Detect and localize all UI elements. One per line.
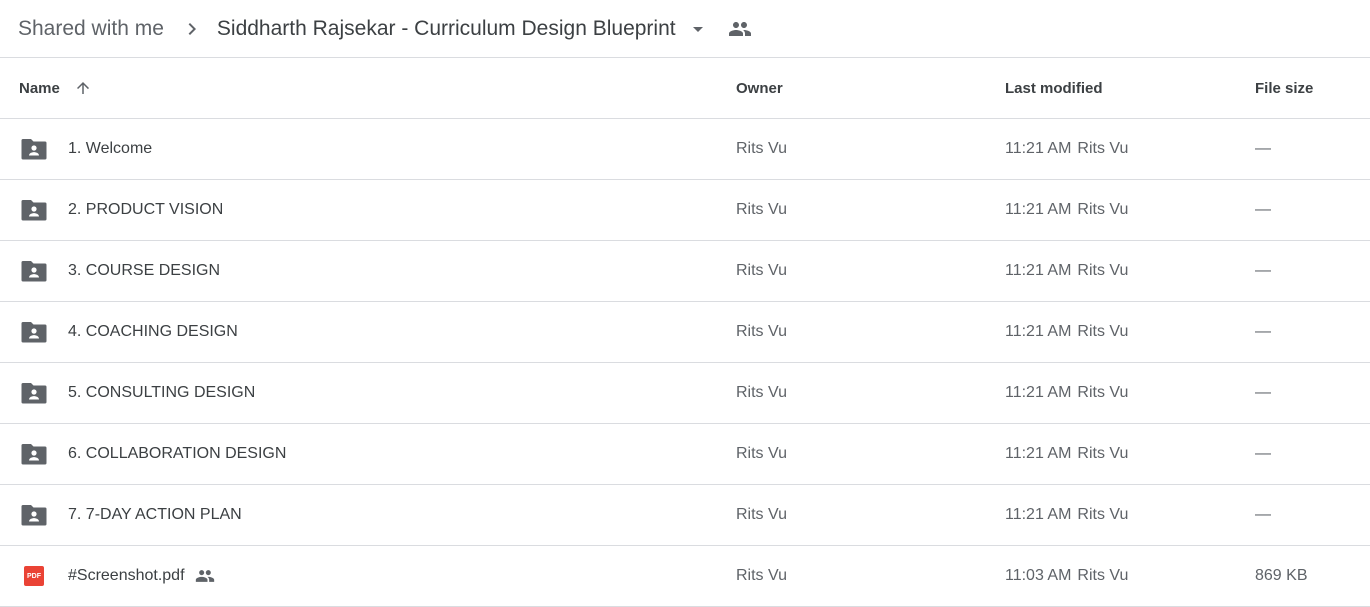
breadcrumb-shared-with-me[interactable]: Shared with me xyxy=(18,17,164,41)
people-icon xyxy=(728,17,752,41)
last-modified-cell: 11:21 AM Rits Vu xyxy=(1005,323,1128,341)
shared-folder-icon xyxy=(21,443,47,465)
file-name[interactable]: 2. PRODUCT VISION xyxy=(68,201,223,219)
file-name[interactable]: 6. COLLABORATION DESIGN xyxy=(68,445,286,463)
modified-by: Rits Vu xyxy=(1077,567,1129,584)
modified-by: Rits Vu xyxy=(1077,445,1129,462)
file-row[interactable]: 6. COLLABORATION DESIGN Rits Vu 11:21 AM Ri… xyxy=(0,424,1370,485)
owner-cell: Rits Vu xyxy=(736,262,787,279)
modified-time: 11:21 AM xyxy=(1005,445,1072,462)
file-row[interactable]: 2. PRODUCT VISION Rits Vu 11:21 AM Rits Vu — xyxy=(0,180,1370,241)
shared-folder-icon xyxy=(21,199,47,221)
file-list: 1. Welcome Rits Vu 11:21 AM Rits Vu — 2. PRO… xyxy=(0,119,1370,607)
modified-time: 11:21 AM xyxy=(1005,323,1072,340)
file-name[interactable]: 4. COACHING DESIGN xyxy=(68,323,238,341)
file-name-text: #Screenshot.pdf xyxy=(68,567,185,584)
owner-cell: Rits Vu xyxy=(736,567,787,584)
owner-cell: Rits Vu xyxy=(736,140,787,157)
column-header-owner[interactable]: Owner xyxy=(736,80,783,97)
people-icon xyxy=(195,568,215,584)
file-row[interactable]: 7. 7-DAY ACTION PLAN Rits Vu 11:21 AM Rits … xyxy=(0,485,1370,546)
owner-cell: Rits Vu xyxy=(736,445,787,462)
shared-folder-icon xyxy=(21,138,47,160)
column-header-name[interactable]: Name xyxy=(19,79,92,97)
owner-cell: Rits Vu xyxy=(736,201,787,218)
file-size-cell: — xyxy=(1255,445,1271,462)
file-name-text: 4. COACHING DESIGN xyxy=(68,323,238,340)
modified-time: 11:21 AM xyxy=(1005,506,1072,523)
shared-folder-icon xyxy=(21,321,47,343)
modified-time: 11:21 AM xyxy=(1005,384,1072,401)
file-size-cell: — xyxy=(1255,201,1271,218)
breadcrumb-bar: Shared with me Siddharth Rajsekar - Curr… xyxy=(0,0,1370,58)
modified-by: Rits Vu xyxy=(1077,323,1129,340)
column-header-name-label: Name xyxy=(19,79,60,97)
last-modified-cell: 11:21 AM Rits Vu xyxy=(1005,506,1128,524)
modified-by: Rits Vu xyxy=(1077,262,1129,279)
file-row[interactable]: 5. CONSULTING DESIGN Rits Vu 11:21 AM Rits … xyxy=(0,363,1370,424)
file-name-text: 7. 7-DAY ACTION PLAN xyxy=(68,506,242,523)
table-header: Name Owner Last modified File size xyxy=(0,58,1370,119)
last-modified-cell: 11:21 AM Rits Vu xyxy=(1005,445,1128,463)
last-modified-cell: 11:21 AM Rits Vu xyxy=(1005,262,1128,280)
file-row[interactable]: 1. Welcome Rits Vu 11:21 AM Rits Vu — xyxy=(0,119,1370,180)
caret-down-icon[interactable] xyxy=(686,17,710,41)
shared-folder-icon xyxy=(21,382,47,404)
modified-by: Rits Vu xyxy=(1077,384,1129,401)
file-name-text: 3. COURSE DESIGN xyxy=(68,262,221,279)
file-name[interactable]: 5. CONSULTING DESIGN xyxy=(68,384,255,402)
pdf-badge-label: PDF xyxy=(24,566,44,586)
file-name-text: 6. COLLABORATION DESIGN xyxy=(68,445,287,462)
owner-cell: Rits Vu xyxy=(736,506,787,523)
arrow-up-icon[interactable] xyxy=(74,79,92,97)
file-row[interactable]: PDF #Screenshot.pdf Rits Vu 11:03 AM Rits Vu… xyxy=(0,546,1370,607)
last-modified-cell: 11:03 AM Rits Vu xyxy=(1005,567,1128,585)
chevron-right-icon xyxy=(172,0,212,58)
file-size-cell: — xyxy=(1255,323,1271,340)
shared-folder-icon xyxy=(21,504,47,526)
file-name[interactable]: #Screenshot.pdf xyxy=(68,567,215,585)
modified-by: Rits Vu xyxy=(1077,140,1129,157)
pdf-icon: PDF xyxy=(21,565,47,587)
last-modified-cell: 11:21 AM Rits Vu xyxy=(1005,140,1128,158)
owner-cell: Rits Vu xyxy=(736,323,787,340)
file-row[interactable]: 3. COURSE DESIGN Rits Vu 11:21 AM Rits Vu — xyxy=(0,241,1370,302)
file-row[interactable]: 4. COACHING DESIGN Rits Vu 11:21 AM Rits Vu… xyxy=(0,302,1370,363)
file-name[interactable]: 1. Welcome xyxy=(68,140,152,158)
modified-time: 11:21 AM xyxy=(1005,140,1072,157)
file-size-cell: — xyxy=(1255,262,1271,279)
last-modified-cell: 11:21 AM Rits Vu xyxy=(1005,384,1128,402)
shared-folder-icon xyxy=(21,260,47,282)
modified-time: 11:21 AM xyxy=(1005,262,1072,279)
column-header-file-size[interactable]: File size xyxy=(1255,80,1313,97)
file-size-cell: — xyxy=(1255,140,1271,157)
file-name[interactable]: 7. 7-DAY ACTION PLAN xyxy=(68,506,242,524)
file-name-text: 2. PRODUCT VISION xyxy=(68,201,224,218)
column-header-last-modified[interactable]: Last modified xyxy=(1005,80,1103,97)
modified-by: Rits Vu xyxy=(1077,201,1129,218)
modified-by: Rits Vu xyxy=(1077,506,1129,523)
last-modified-cell: 11:21 AM Rits Vu xyxy=(1005,201,1128,219)
file-size-cell: — xyxy=(1255,384,1271,401)
modified-time: 11:03 AM xyxy=(1005,567,1072,584)
file-name-text: 5. CONSULTING DESIGN xyxy=(68,384,256,401)
file-name[interactable]: 3. COURSE DESIGN xyxy=(68,262,220,280)
file-size-cell: — xyxy=(1255,506,1271,523)
modified-time: 11:21 AM xyxy=(1005,201,1072,218)
breadcrumb-current-folder[interactable]: Siddharth Rajsekar - Curriculum Design B… xyxy=(217,17,676,41)
file-size-cell: 869 KB xyxy=(1255,567,1308,584)
owner-cell: Rits Vu xyxy=(736,384,787,401)
file-name-text: 1. Welcome xyxy=(68,140,153,157)
